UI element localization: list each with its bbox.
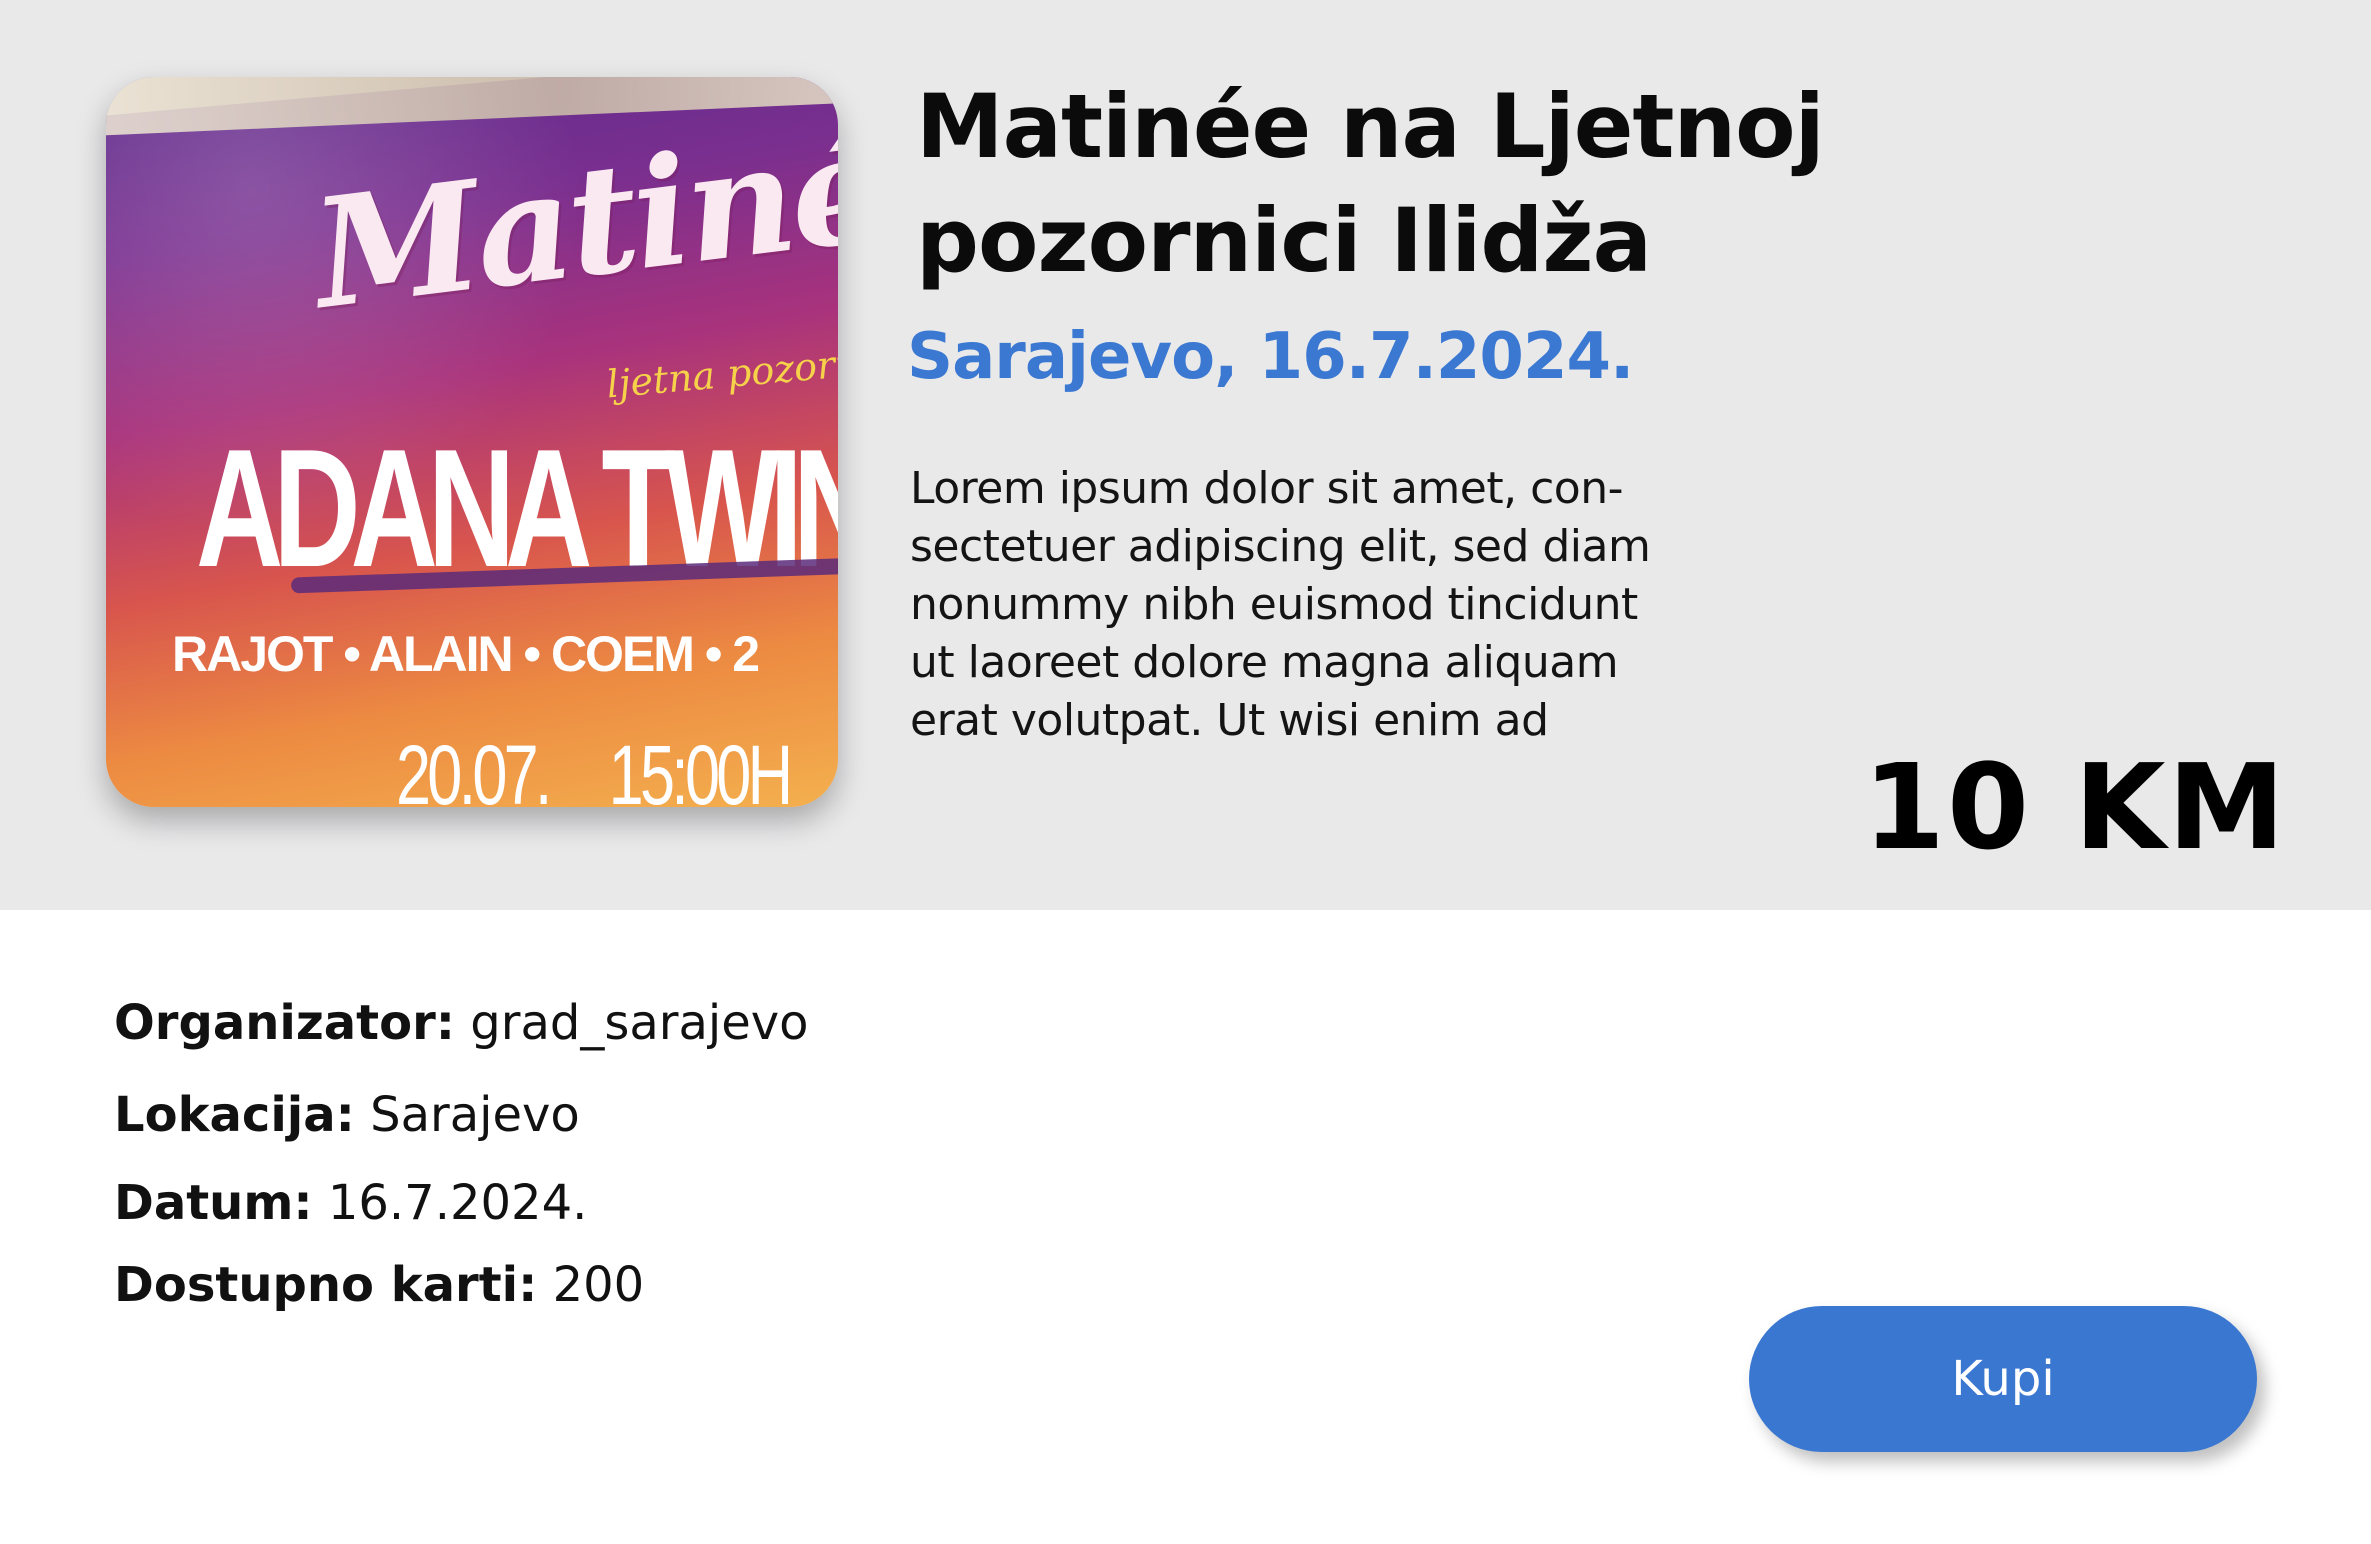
poster-script-text: Matinée (304, 87, 838, 343)
detail-location-label: Lokacija: (114, 1087, 355, 1143)
event-description: Lorem ipsum dolor sit amet, con-sectetue… (910, 463, 1651, 746)
detail-location-value: Sarajevo (370, 1087, 580, 1143)
detail-date-label: Datum: (114, 1175, 313, 1231)
poster-date: 20.07. (396, 728, 552, 807)
detail-date: Datum: 16.7.2024. (114, 1175, 587, 1231)
poster-lineup: RAJOT • ALAIN • COEM • 2 (172, 626, 760, 682)
detail-organizer-label: Organizator: (114, 995, 455, 1051)
detail-organizer: Organizator: grad_sarajevo (114, 995, 809, 1051)
detail-tickets: Dostupno karti: 200 (114, 1257, 644, 1313)
poster-datetime: 20.07. 15:00H (396, 727, 838, 807)
event-poster-image: Matinée ljetna pozornica ADANA TWINS RAJ… (106, 77, 838, 807)
detail-tickets-value: 200 (552, 1257, 645, 1313)
poster-sub-text: ljetna pozornica (604, 335, 838, 407)
detail-location: Lokacija: Sarajevo (114, 1087, 580, 1143)
buy-button[interactable]: Kupi (1749, 1306, 2257, 1452)
event-title: Matinée na Ljetnoj pozornici Ilidža (916, 75, 1825, 292)
detail-tickets-label: Dostupno karti: (114, 1257, 538, 1313)
event-price: 10 KM (1862, 738, 2287, 876)
poster-time: 15:00H (608, 728, 793, 807)
detail-date-value: 16.7.2024. (327, 1175, 588, 1231)
detail-organizer-value: grad_sarajevo (470, 995, 809, 1051)
event-location-date: Sarajevo, 16.7.2024. (907, 320, 1634, 394)
